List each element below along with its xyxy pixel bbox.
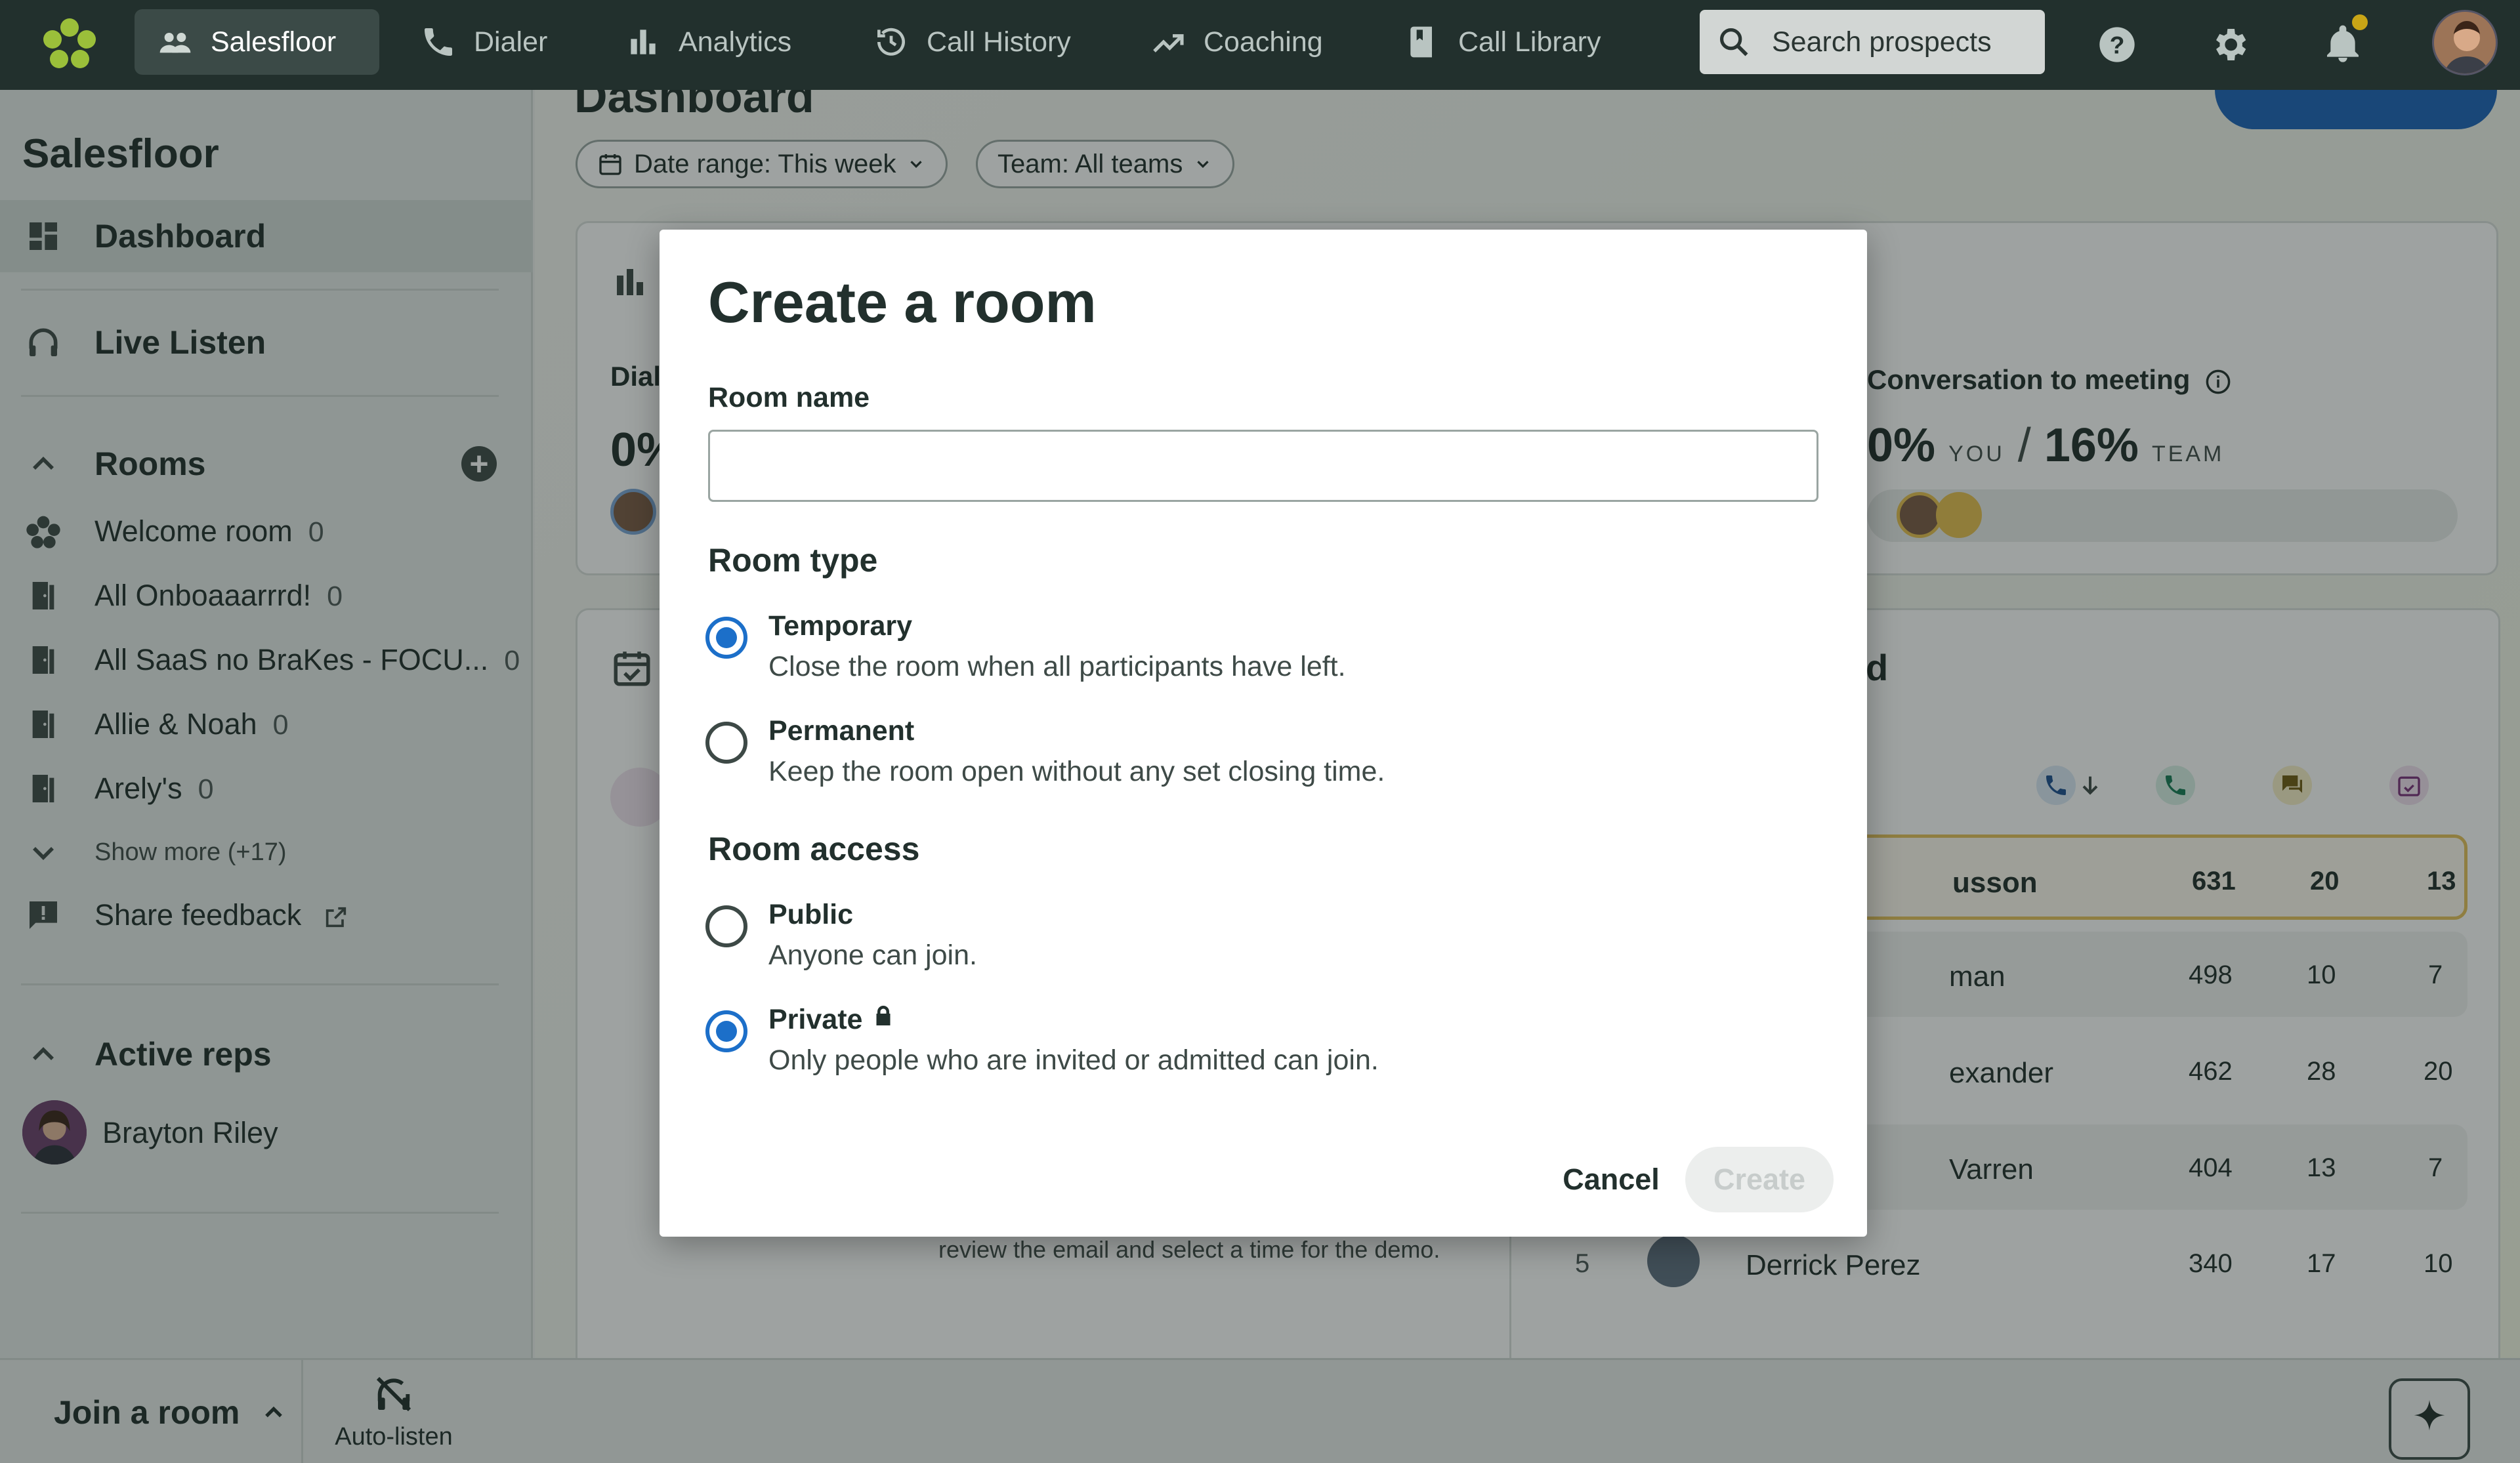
bar-chart-icon: [631, 30, 656, 54]
search-prospects-box[interactable]: Search prospects: [1700, 10, 2045, 74]
search-icon: [1719, 28, 1748, 56]
option-description: Anyone can join.: [768, 939, 977, 971]
room-access-private-option[interactable]: Private Only people who are invited or a…: [705, 1004, 1755, 1089]
nav-analytics[interactable]: Analytics: [625, 9, 791, 75]
phone-icon: [425, 28, 452, 56]
nav-analytics-label: Analytics: [679, 26, 792, 58]
dialog-title: Create a room: [708, 270, 1097, 335]
room-type-temporary-option[interactable]: Temporary Close the room when all partic…: [705, 610, 1755, 695]
nav-salesfloor[interactable]: Salesfloor: [135, 9, 379, 75]
lock-icon: [876, 1006, 891, 1025]
temporary-radio[interactable]: [705, 617, 747, 659]
notification-dot: [2352, 14, 2368, 30]
room-name-input[interactable]: [708, 430, 1818, 502]
people-icon: [159, 33, 191, 53]
room-type-permanent-option[interactable]: Permanent Keep the room open without any…: [705, 715, 1755, 800]
option-description: Only people who are invited or admitted …: [768, 1044, 1379, 1076]
public-radio[interactable]: [705, 905, 747, 947]
svg-text:?: ?: [2110, 31, 2125, 58]
user-avatar[interactable]: [2432, 10, 2498, 75]
create-button[interactable]: Create: [1685, 1147, 1834, 1212]
nav-dialer[interactable]: Dialer: [420, 9, 547, 75]
option-title: Temporary: [768, 610, 913, 642]
option-description: Close the room when all participants hav…: [768, 651, 1346, 682]
option-title: Private: [768, 1004, 895, 1036]
nav-call-library-label: Call Library: [1458, 26, 1601, 58]
room-access-label: Room access: [708, 831, 920, 867]
room-name-label: Room name: [708, 382, 870, 413]
cancel-button[interactable]: Cancel: [1545, 1147, 1677, 1212]
help-icon: ?: [2099, 27, 2135, 62]
nav-dialer-label: Dialer: [474, 26, 548, 58]
option-description: Keep the room open without any set closi…: [768, 756, 1385, 787]
private-radio[interactable]: [705, 1010, 747, 1052]
salesfloor-logo-icon[interactable]: [41, 16, 98, 73]
nav-coaching-label: Coaching: [1204, 26, 1323, 58]
help-button[interactable]: ?: [2091, 18, 2143, 71]
trend-icon: [1153, 34, 1184, 52]
option-title: Public: [768, 899, 854, 930]
room-access-public-option[interactable]: Public Anyone can join.: [705, 899, 1755, 984]
room-type-label: Room type: [708, 542, 878, 579]
nav-call-history-label: Call History: [927, 26, 1071, 58]
nav-call-library[interactable]: Call Library: [1404, 9, 1601, 75]
search-placeholder: Search prospects: [1772, 26, 1992, 58]
top-navigation: Salesfloor Dialer Analytics Call History…: [0, 0, 2520, 90]
notifications-button[interactable]: [2317, 14, 2369, 71]
book-icon: [1410, 26, 1432, 58]
nav-salesfloor-label: Salesfloor: [211, 26, 337, 58]
nav-coaching[interactable]: Coaching: [1150, 9, 1323, 75]
settings-button[interactable]: [2203, 18, 2256, 71]
nav-call-history[interactable]: Call History: [873, 9, 1071, 75]
option-title: Permanent: [768, 715, 915, 747]
permanent-radio[interactable]: [705, 722, 747, 764]
gear-icon: [2216, 29, 2246, 60]
create-room-dialog: Create a room Room name Room type Tempor…: [660, 230, 1867, 1237]
history-icon: [877, 28, 905, 56]
